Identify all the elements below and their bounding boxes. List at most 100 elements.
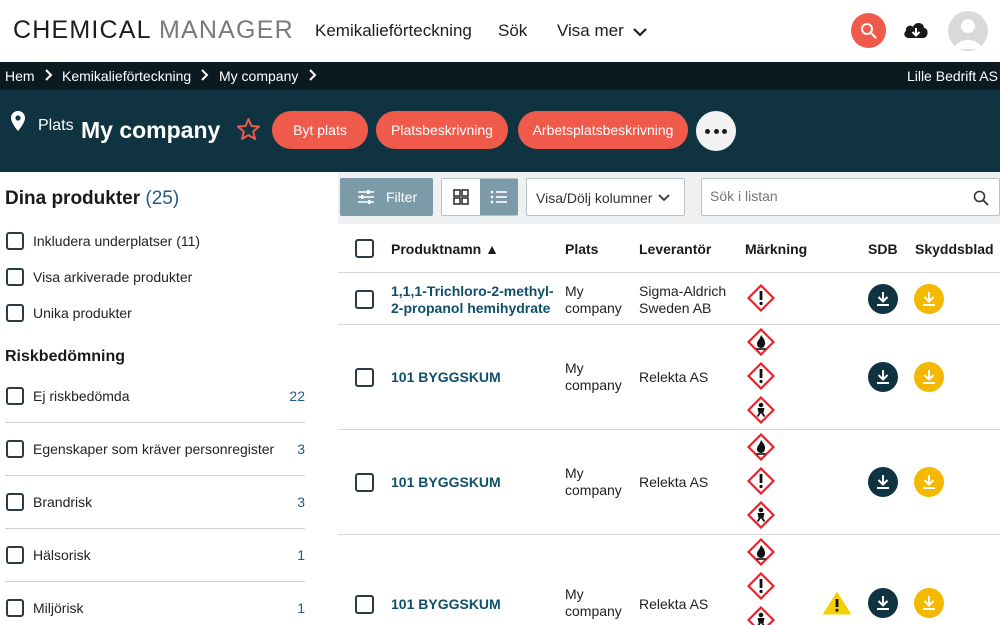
sdb-download-button[interactable]: [868, 284, 898, 314]
nav-kemikalieforteckning[interactable]: Kemikalieförteckning: [315, 21, 472, 41]
chevron-right-icon[interactable]: [307, 68, 317, 82]
row-checkbox[interactable]: [355, 290, 374, 309]
divider: [5, 581, 305, 582]
breadcrumb-kemikalieforteckning[interactable]: Kemikalieförteckning: [62, 68, 191, 84]
product-name-link[interactable]: 101 BYGGSKUM: [391, 369, 501, 386]
company-name[interactable]: Lille Bedrift AS: [907, 68, 998, 84]
column-header-supplier[interactable]: Leverantör: [639, 241, 711, 257]
place-cell: My company: [565, 465, 622, 499]
row-checkbox[interactable]: [355, 368, 374, 387]
place-line: My: [565, 465, 584, 481]
column-header-sdb[interactable]: SDB: [868, 241, 898, 257]
checkbox-risk-fire[interactable]: [6, 493, 24, 511]
breadcrumb-my-company[interactable]: My company: [219, 68, 298, 84]
sidebar: Dina produkter (25) Inkludera underplats…: [0, 172, 338, 625]
place-line: company: [565, 300, 622, 316]
app-logo[interactable]: CHEMICAL MANAGER: [13, 16, 294, 45]
risk-item-fire[interactable]: Brandrisk: [33, 494, 92, 510]
platsbeskrivning-button[interactable]: Platsbeskrivning: [376, 111, 508, 149]
table-row[interactable]: 1,1,1-Trichloro-2-methyl- 2-propanol hem…: [338, 272, 1000, 324]
main-content: Filter Visa/Dölj kolumner Sök i listan P…: [338, 172, 1000, 625]
sdb-download-button[interactable]: [868, 362, 898, 392]
protection-sheet-download-button[interactable]: [914, 467, 944, 497]
download-icon: [923, 292, 935, 306]
search-button[interactable]: [851, 13, 886, 48]
location-label: Plats: [38, 117, 74, 134]
checkbox-risk-not-assessed[interactable]: [6, 387, 24, 405]
place-cell: My company: [565, 586, 622, 620]
supplier-cell: Relekta AS: [639, 369, 709, 385]
table-row[interactable]: 101 BYGGSKUM My company Relekta AS: [338, 429, 1000, 534]
supplier-line: Sweden AB: [639, 300, 712, 316]
arbetsplatsbeskrivning-button[interactable]: Arbetsplatsbeskrivning: [518, 111, 688, 149]
logo-part-2: MANAGER: [159, 16, 294, 44]
option-include-subsites[interactable]: Inkludera underplatser (11): [33, 233, 200, 249]
risk-item-not-assessed[interactable]: Ej riskbedömda: [33, 388, 130, 404]
place-line: My: [565, 360, 584, 376]
health-hazard-icon: [747, 396, 775, 424]
divider: [5, 528, 305, 529]
filter-button[interactable]: Filter: [340, 178, 433, 216]
list-search: [701, 178, 1000, 216]
nav-visa-mer[interactable]: Visa mer: [557, 21, 624, 41]
row-checkbox[interactable]: [355, 473, 374, 492]
breadcrumb-hem[interactable]: Hem: [5, 68, 35, 84]
download-icon: [923, 475, 935, 489]
warning-icon[interactable]: [822, 591, 852, 615]
dot: [705, 129, 710, 134]
product-name-link[interactable]: 101 BYGGSKUM: [391, 596, 501, 613]
row-checkbox[interactable]: [355, 595, 374, 614]
product-name-link[interactable]: 101 BYGGSKUM: [391, 474, 501, 491]
sidebar-title-text: Dina produkter: [5, 188, 141, 209]
checkbox-risk-personal-register[interactable]: [6, 440, 24, 458]
more-options-button[interactable]: [696, 111, 736, 151]
search-icon[interactable]: [973, 190, 989, 206]
search-input[interactable]: [710, 188, 960, 204]
select-all-checkbox[interactable]: [355, 239, 374, 258]
checkbox-risk-health[interactable]: [6, 546, 24, 564]
protection-sheet-download-button[interactable]: [914, 284, 944, 314]
risk-count: 3: [297, 441, 305, 457]
checkbox-show-archived[interactable]: [6, 268, 24, 286]
cloud-download-icon[interactable]: [902, 18, 930, 42]
checkbox-include-subsites[interactable]: [6, 232, 24, 250]
column-header-product-name[interactable]: Produktnamn ▲: [391, 241, 499, 257]
product-table: Produktnamn ▲ Plats Leverantör Märkning …: [338, 224, 1000, 625]
view-toggle: [441, 178, 518, 216]
sidebar-title: Dina produkter (25): [5, 188, 179, 210]
chevron-down-icon[interactable]: [632, 26, 648, 38]
place-line: company: [565, 603, 622, 619]
nav-sok[interactable]: Sök: [498, 21, 527, 41]
avatar[interactable]: [948, 11, 988, 51]
grid-view-button[interactable]: [442, 179, 480, 215]
column-header-place[interactable]: Plats: [565, 241, 598, 257]
option-show-archived[interactable]: Visa arkiverade produkter: [33, 269, 192, 285]
table-row[interactable]: 101 BYGGSKUM My company Relekta AS: [338, 534, 1000, 625]
columns-select[interactable]: Visa/Dölj kolumner: [526, 178, 685, 216]
protection-sheet-download-button[interactable]: [914, 588, 944, 618]
byt-plats-button[interactable]: Byt plats: [272, 111, 368, 149]
column-header-protection-sheet[interactable]: Skyddsblad: [915, 241, 994, 257]
place-cell: My company: [565, 283, 622, 317]
supplier-cell: Sigma-Aldrich Sweden AB: [639, 283, 726, 317]
product-name-link[interactable]: 1,1,1-Trichloro-2-methyl- 2-propanol hem…: [391, 283, 554, 317]
risk-item-environment[interactable]: Miljörisk: [33, 600, 84, 616]
sdb-download-button[interactable]: [868, 588, 898, 618]
location-pin-icon: [11, 111, 25, 131]
columns-select-label: Visa/Dölj kolumner: [536, 190, 653, 206]
option-unique-products[interactable]: Unika produkter: [33, 305, 132, 321]
filter-label: Filter: [386, 189, 418, 205]
table-row[interactable]: 101 BYGGSKUM My company Relekta AS: [338, 324, 1000, 429]
column-header-labelling[interactable]: Märkning: [745, 241, 807, 257]
list-view-button[interactable]: [480, 179, 518, 215]
checkbox-risk-environment[interactable]: [6, 599, 24, 617]
checkbox-unique-products[interactable]: [6, 304, 24, 322]
sdb-download-button[interactable]: [868, 467, 898, 497]
chevron-right-icon: [45, 69, 53, 81]
supplier-cell: Relekta AS: [639, 596, 709, 612]
risk-item-health[interactable]: Hälsorisk: [33, 547, 91, 563]
star-icon[interactable]: [236, 117, 261, 141]
risk-item-personal-register[interactable]: Egenskaper som kräver personregister: [33, 441, 274, 457]
product-name-line: 2-propanol hemihydrate: [391, 300, 551, 316]
protection-sheet-download-button[interactable]: [914, 362, 944, 392]
